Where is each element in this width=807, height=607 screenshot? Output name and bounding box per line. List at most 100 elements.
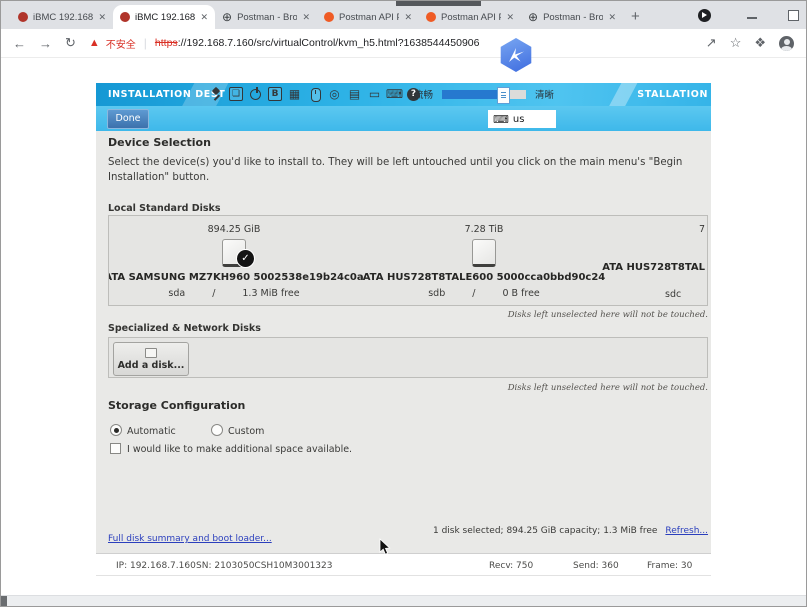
quality-slider-fill bbox=[442, 90, 502, 99]
back-icon[interactable]: ← bbox=[13, 36, 26, 51]
disk-sda[interactable]: 894.25 GiB ✓ ATA SAMSUNG MZ7KH960 500253… bbox=[109, 216, 359, 305]
done-button[interactable]: Done bbox=[107, 109, 149, 129]
cd-rom-icon[interactable]: ◎ bbox=[327, 86, 342, 102]
kvm-toolbar: ❏ B ▦ ◎ ▤ ▭ ⌨ ? bbox=[209, 86, 420, 102]
storage-configuration-title: Storage Configuration bbox=[108, 399, 245, 412]
close-icon[interactable]: ✕ bbox=[404, 12, 412, 23]
tab-ibmc-2-active[interactable]: iBMC 192.168.7.16 ✕ bbox=[113, 5, 215, 29]
unselected-note: Disks left unselected here will not be t… bbox=[508, 383, 708, 393]
bird-icon bbox=[504, 43, 528, 67]
local-disks-label: Local Standard Disks bbox=[108, 203, 221, 214]
specialized-disks-label: Specialized & Network Disks bbox=[108, 323, 261, 334]
extensions-icon[interactable]: ❖ bbox=[754, 35, 766, 51]
status-sn: SN: 2103050CSH10M3001323 bbox=[196, 561, 333, 571]
disk-mount: / bbox=[472, 288, 475, 299]
fullscreen-icon[interactable]: ❏ bbox=[229, 87, 243, 101]
profile-avatar[interactable] bbox=[779, 36, 794, 51]
share-icon[interactable]: ↗ bbox=[706, 35, 717, 51]
disk-details: sda / 1.3 MiB free bbox=[168, 288, 299, 299]
globe-favicon: ⊕ bbox=[222, 12, 232, 22]
radio-custom-label: Custom bbox=[228, 426, 264, 437]
forward-icon[interactable]: → bbox=[39, 36, 52, 51]
close-icon[interactable]: ✕ bbox=[302, 12, 310, 23]
specialized-disks-panel: Add a disk... bbox=[108, 337, 708, 378]
disk-sdc[interactable]: 7 ATA HUS728T8TAL sdc bbox=[609, 216, 707, 305]
disk-details: sdb / 0 B free bbox=[428, 288, 540, 299]
b-key-icon[interactable]: B bbox=[268, 87, 282, 101]
tab-postman-browser-1[interactable]: ⊕ Postman - Browse ✕ bbox=[215, 5, 317, 29]
maximize-button[interactable] bbox=[788, 10, 799, 21]
disk-name: ATA SAMSUNG MZ7KH960 5002538e19b24c0a bbox=[108, 272, 364, 283]
disk-device: sda bbox=[168, 288, 185, 299]
postman-favicon bbox=[324, 12, 334, 22]
display-record-icon[interactable]: ▭ bbox=[367, 86, 382, 102]
close-icon[interactable]: ✕ bbox=[506, 12, 514, 23]
url-protocol: https bbox=[155, 37, 178, 49]
disk-mount: / bbox=[212, 288, 215, 299]
close-icon[interactable]: ✕ bbox=[608, 12, 616, 23]
floppy-icon[interactable]: ▤ bbox=[347, 86, 362, 102]
disk-summary-link[interactable]: Full disk summary and boot loader... bbox=[108, 534, 272, 544]
reload-icon[interactable]: ↻ bbox=[65, 35, 76, 51]
keyboard-icon[interactable]: ⌨ bbox=[387, 86, 402, 102]
new-tab-button[interactable]: + bbox=[631, 8, 640, 25]
add-disk-button[interactable]: Add a disk... bbox=[113, 342, 189, 376]
installer-header-title: INSTALLATION DEST bbox=[108, 89, 225, 100]
quality-sharp-label: 清晰 bbox=[535, 87, 554, 101]
mini-disk-icon bbox=[145, 348, 157, 358]
close-icon[interactable]: ✕ bbox=[98, 12, 106, 23]
radio-automatic[interactable]: Automatic bbox=[110, 419, 176, 438]
keyboard-layout-label: us bbox=[513, 114, 525, 125]
checkbox-icon[interactable] bbox=[110, 443, 121, 454]
tab-postman-api-1[interactable]: Postman API Platfo ✕ bbox=[317, 5, 419, 29]
quality-slider[interactable] bbox=[442, 90, 526, 99]
tab-title: Postman - Browse bbox=[237, 12, 297, 23]
radio-custom[interactable]: Custom bbox=[211, 419, 264, 438]
security-warning-icon[interactable]: ▲ bbox=[89, 37, 100, 49]
kvm-console: INSTALLATION DEST STALLATION ❏ B ▦ ◎ ▤ ▭… bbox=[96, 83, 711, 576]
tab-postman-browser-2[interactable]: ⊕ Postman - Browse ✕ bbox=[521, 5, 623, 29]
mouse-icon[interactable] bbox=[307, 86, 322, 102]
url-rest: ://192.168.7.160/src/virtualControl/kvm_… bbox=[178, 37, 480, 49]
power-icon[interactable] bbox=[248, 86, 263, 102]
keyboard-layout-indicator[interactable]: ⌨ us bbox=[488, 110, 556, 128]
selection-summary: 1 disk selected; 894.25 GiB capacity; 1.… bbox=[433, 526, 657, 536]
additional-space-option[interactable]: I would like to make additional space av… bbox=[110, 437, 352, 456]
tab-ibmc-1[interactable]: iBMC 192.168.7.16 ✕ bbox=[11, 5, 113, 29]
tab-title: Postman - Browse bbox=[543, 12, 603, 23]
close-icon[interactable]: ✕ bbox=[200, 12, 208, 23]
url-text[interactable]: https://192.168.7.160/src/virtualControl… bbox=[155, 37, 480, 49]
device-selection-description: Select the device(s) you'd like to insta… bbox=[108, 155, 702, 185]
radio-unselected-icon[interactable] bbox=[211, 424, 223, 436]
video-quality-control: 流畅 清晰 bbox=[414, 87, 554, 101]
disk-sdb[interactable]: 7.28 TiB ATA HUS728T8TALE600 5000cca0bbd… bbox=[359, 216, 609, 305]
installer-subheader: Done ⌨ us bbox=[96, 106, 711, 132]
window-drag-strip bbox=[396, 1, 481, 6]
media-controls-icon[interactable] bbox=[698, 9, 711, 22]
disk-name: ATA HUS728T8TAL bbox=[602, 262, 705, 273]
disk-device: sdb bbox=[428, 288, 445, 299]
hard-disk-icon: ✓ bbox=[222, 239, 246, 267]
tab-title: iBMC 192.168.7.16 bbox=[135, 12, 195, 23]
tab-title: Postman API Platfo bbox=[441, 12, 501, 23]
keyboard-layout-icon: ⌨ bbox=[493, 113, 509, 126]
quality-slider-handle[interactable] bbox=[497, 87, 510, 104]
disk-device: sdc bbox=[665, 289, 681, 300]
pin-icon[interactable] bbox=[209, 86, 224, 102]
minimize-button[interactable] bbox=[747, 17, 757, 19]
refresh-link[interactable]: Refresh... bbox=[665, 526, 708, 536]
divider: | bbox=[144, 36, 147, 50]
disk-name: ATA HUS728T8TALE600 5000cca0bbd90c24 bbox=[363, 272, 606, 283]
quality-smooth-label: 流畅 bbox=[414, 87, 433, 101]
window-bottom-edge bbox=[1, 595, 806, 606]
tab-postman-api-2[interactable]: Postman API Platfo ✕ bbox=[419, 5, 521, 29]
radio-selected-icon[interactable] bbox=[110, 424, 122, 436]
tab-title: Postman API Platfo bbox=[339, 12, 399, 23]
screenshot-icon[interactable]: ▦ bbox=[287, 86, 302, 102]
globe-favicon: ⊕ bbox=[528, 12, 538, 22]
ibmc-favicon bbox=[18, 12, 28, 22]
add-disk-label: Add a disk... bbox=[118, 360, 185, 371]
disk-size: 7.28 TiB bbox=[465, 224, 504, 235]
security-warning-label[interactable]: 不安全 bbox=[106, 36, 136, 51]
bookmark-star-icon[interactable]: ☆ bbox=[730, 35, 742, 51]
